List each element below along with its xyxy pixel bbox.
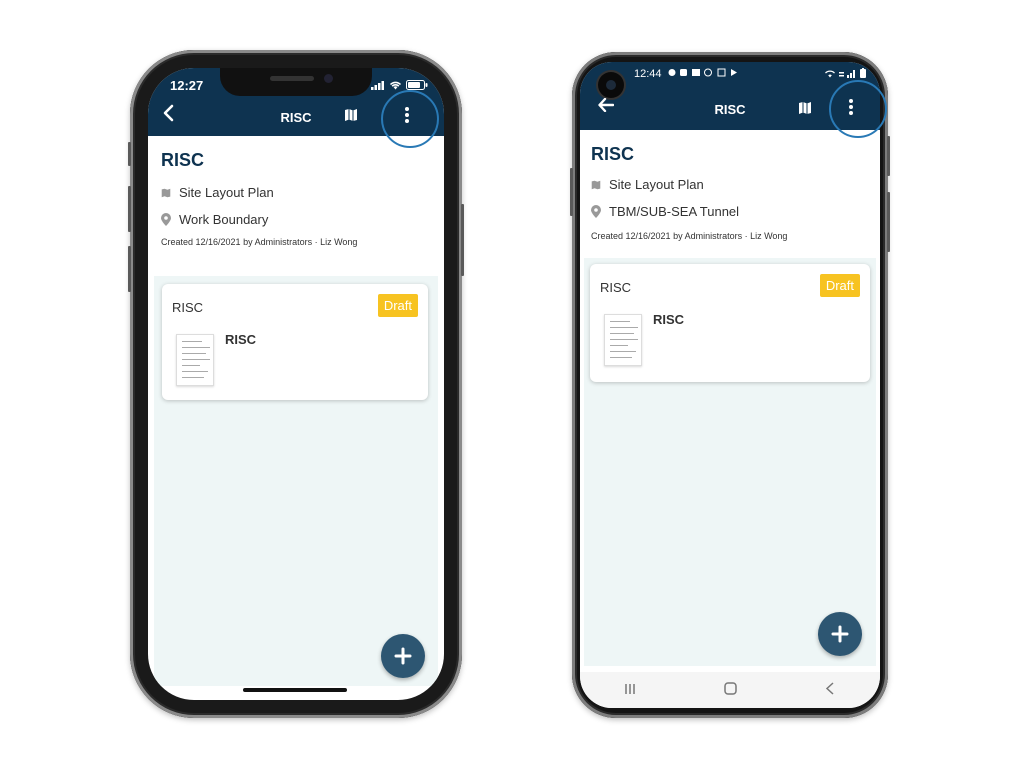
layout-plan-label: Site Layout Plan — [179, 185, 274, 200]
created-info: Created 12/16/2021 by Administrators · L… — [161, 237, 358, 247]
location-pin-icon — [591, 205, 601, 218]
created-info: Created 12/16/2021 by Administrators · L… — [591, 231, 788, 241]
home-icon — [723, 681, 737, 695]
camera-punch-hole — [598, 72, 624, 98]
status-icons — [371, 80, 428, 90]
status-time: 12:27 — [170, 78, 204, 93]
status-badge: Draft — [377, 294, 418, 317]
form-name: RISC — [225, 332, 257, 347]
android-screen: 12:44 RISC RISC Site Layout Plan TBM/SUB… — [580, 62, 880, 708]
location-label: Work Boundary — [179, 212, 269, 227]
map-icon — [799, 102, 811, 114]
app-bar-title: RISC — [714, 102, 746, 117]
more-options-button[interactable] — [404, 106, 410, 129]
iphone-silent-switch — [128, 142, 131, 166]
android-bixby-button — [570, 168, 573, 216]
iphone-screen: 12:27 RISC RISC Site Layout Plan Work Bo… — [148, 68, 444, 700]
home-indicator[interactable] — [243, 688, 347, 692]
system-back-button[interactable] — [810, 681, 850, 699]
form-thumbnail — [176, 334, 214, 386]
app-bar: 12:27 RISC — [148, 68, 444, 136]
more-vertical-icon — [405, 107, 409, 123]
status-badge: Draft — [819, 274, 860, 297]
layout-plan-label: Site Layout Plan — [609, 177, 704, 192]
layout-plan-row[interactable]: Site Layout Plan — [591, 177, 880, 192]
page-title: RISC — [161, 150, 205, 170]
page-title: RISC — [591, 144, 635, 164]
cellular-signal-icon — [839, 69, 855, 78]
document-header: RISC Site Layout Plan TBM/SUB-SEA Tunnel… — [591, 144, 880, 241]
battery-icon — [860, 68, 866, 78]
form-name: RISC — [653, 312, 685, 327]
status-icons — [824, 68, 866, 78]
card-title: RISC — [600, 280, 632, 295]
add-button[interactable] — [818, 612, 862, 656]
add-button[interactable] — [381, 634, 425, 678]
android-volume-up — [887, 136, 890, 176]
form-thumbnail — [604, 314, 642, 366]
notification-icons-row — [668, 68, 737, 77]
status-time: 12:44 — [634, 68, 662, 80]
android-device: 12:44 RISC RISC Site Layout Plan TBM/SUB… — [570, 52, 890, 718]
layout-plan-row[interactable]: Site Layout Plan — [161, 185, 444, 200]
iphone-side-button — [461, 204, 464, 276]
map-button[interactable] — [798, 101, 812, 120]
recent-apps-button[interactable] — [610, 682, 650, 699]
map-icon — [345, 109, 357, 121]
location-pin-icon — [161, 213, 171, 226]
android-power-button — [887, 192, 890, 252]
form-card[interactable]: RISC Draft RISC — [162, 284, 428, 400]
forms-panel: RISC Draft RISC — [584, 258, 876, 666]
more-options-button[interactable] — [848, 98, 854, 121]
iphone-notch — [220, 68, 372, 96]
location-row[interactable]: TBM/SUB-SEA Tunnel — [591, 204, 880, 219]
plus-icon — [394, 647, 412, 665]
location-label: TBM/SUB-SEA Tunnel — [609, 204, 740, 219]
map-button[interactable] — [344, 108, 358, 127]
iphone-volume-down — [128, 246, 131, 292]
wifi-icon — [389, 81, 402, 90]
app-bar-title: RISC — [280, 110, 312, 125]
location-row[interactable]: Work Boundary — [161, 212, 444, 227]
plus-icon — [831, 625, 849, 643]
more-vertical-icon — [849, 99, 853, 115]
forms-panel: RISC Draft RISC — [154, 276, 438, 686]
android-nav-bar — [580, 672, 880, 708]
recent-apps-icon — [625, 683, 635, 694]
battery-icon — [406, 80, 428, 90]
app-bar: 12:44 RISC — [580, 62, 880, 130]
wifi-icon — [825, 70, 835, 78]
back-icon — [825, 681, 834, 695]
iphone-device: 12:27 RISC RISC Site Layout Plan Work Bo… — [128, 50, 464, 718]
form-card[interactable]: RISC Draft RISC — [590, 264, 870, 382]
map-icon — [591, 180, 601, 189]
document-header: RISC Site Layout Plan Work Boundary Crea… — [161, 150, 444, 247]
map-icon — [161, 188, 171, 197]
home-button[interactable] — [710, 681, 750, 699]
iphone-volume-up — [128, 186, 131, 232]
notification-icons — [668, 68, 740, 79]
card-title: RISC — [172, 300, 204, 315]
cellular-signal-icon — [371, 80, 384, 90]
